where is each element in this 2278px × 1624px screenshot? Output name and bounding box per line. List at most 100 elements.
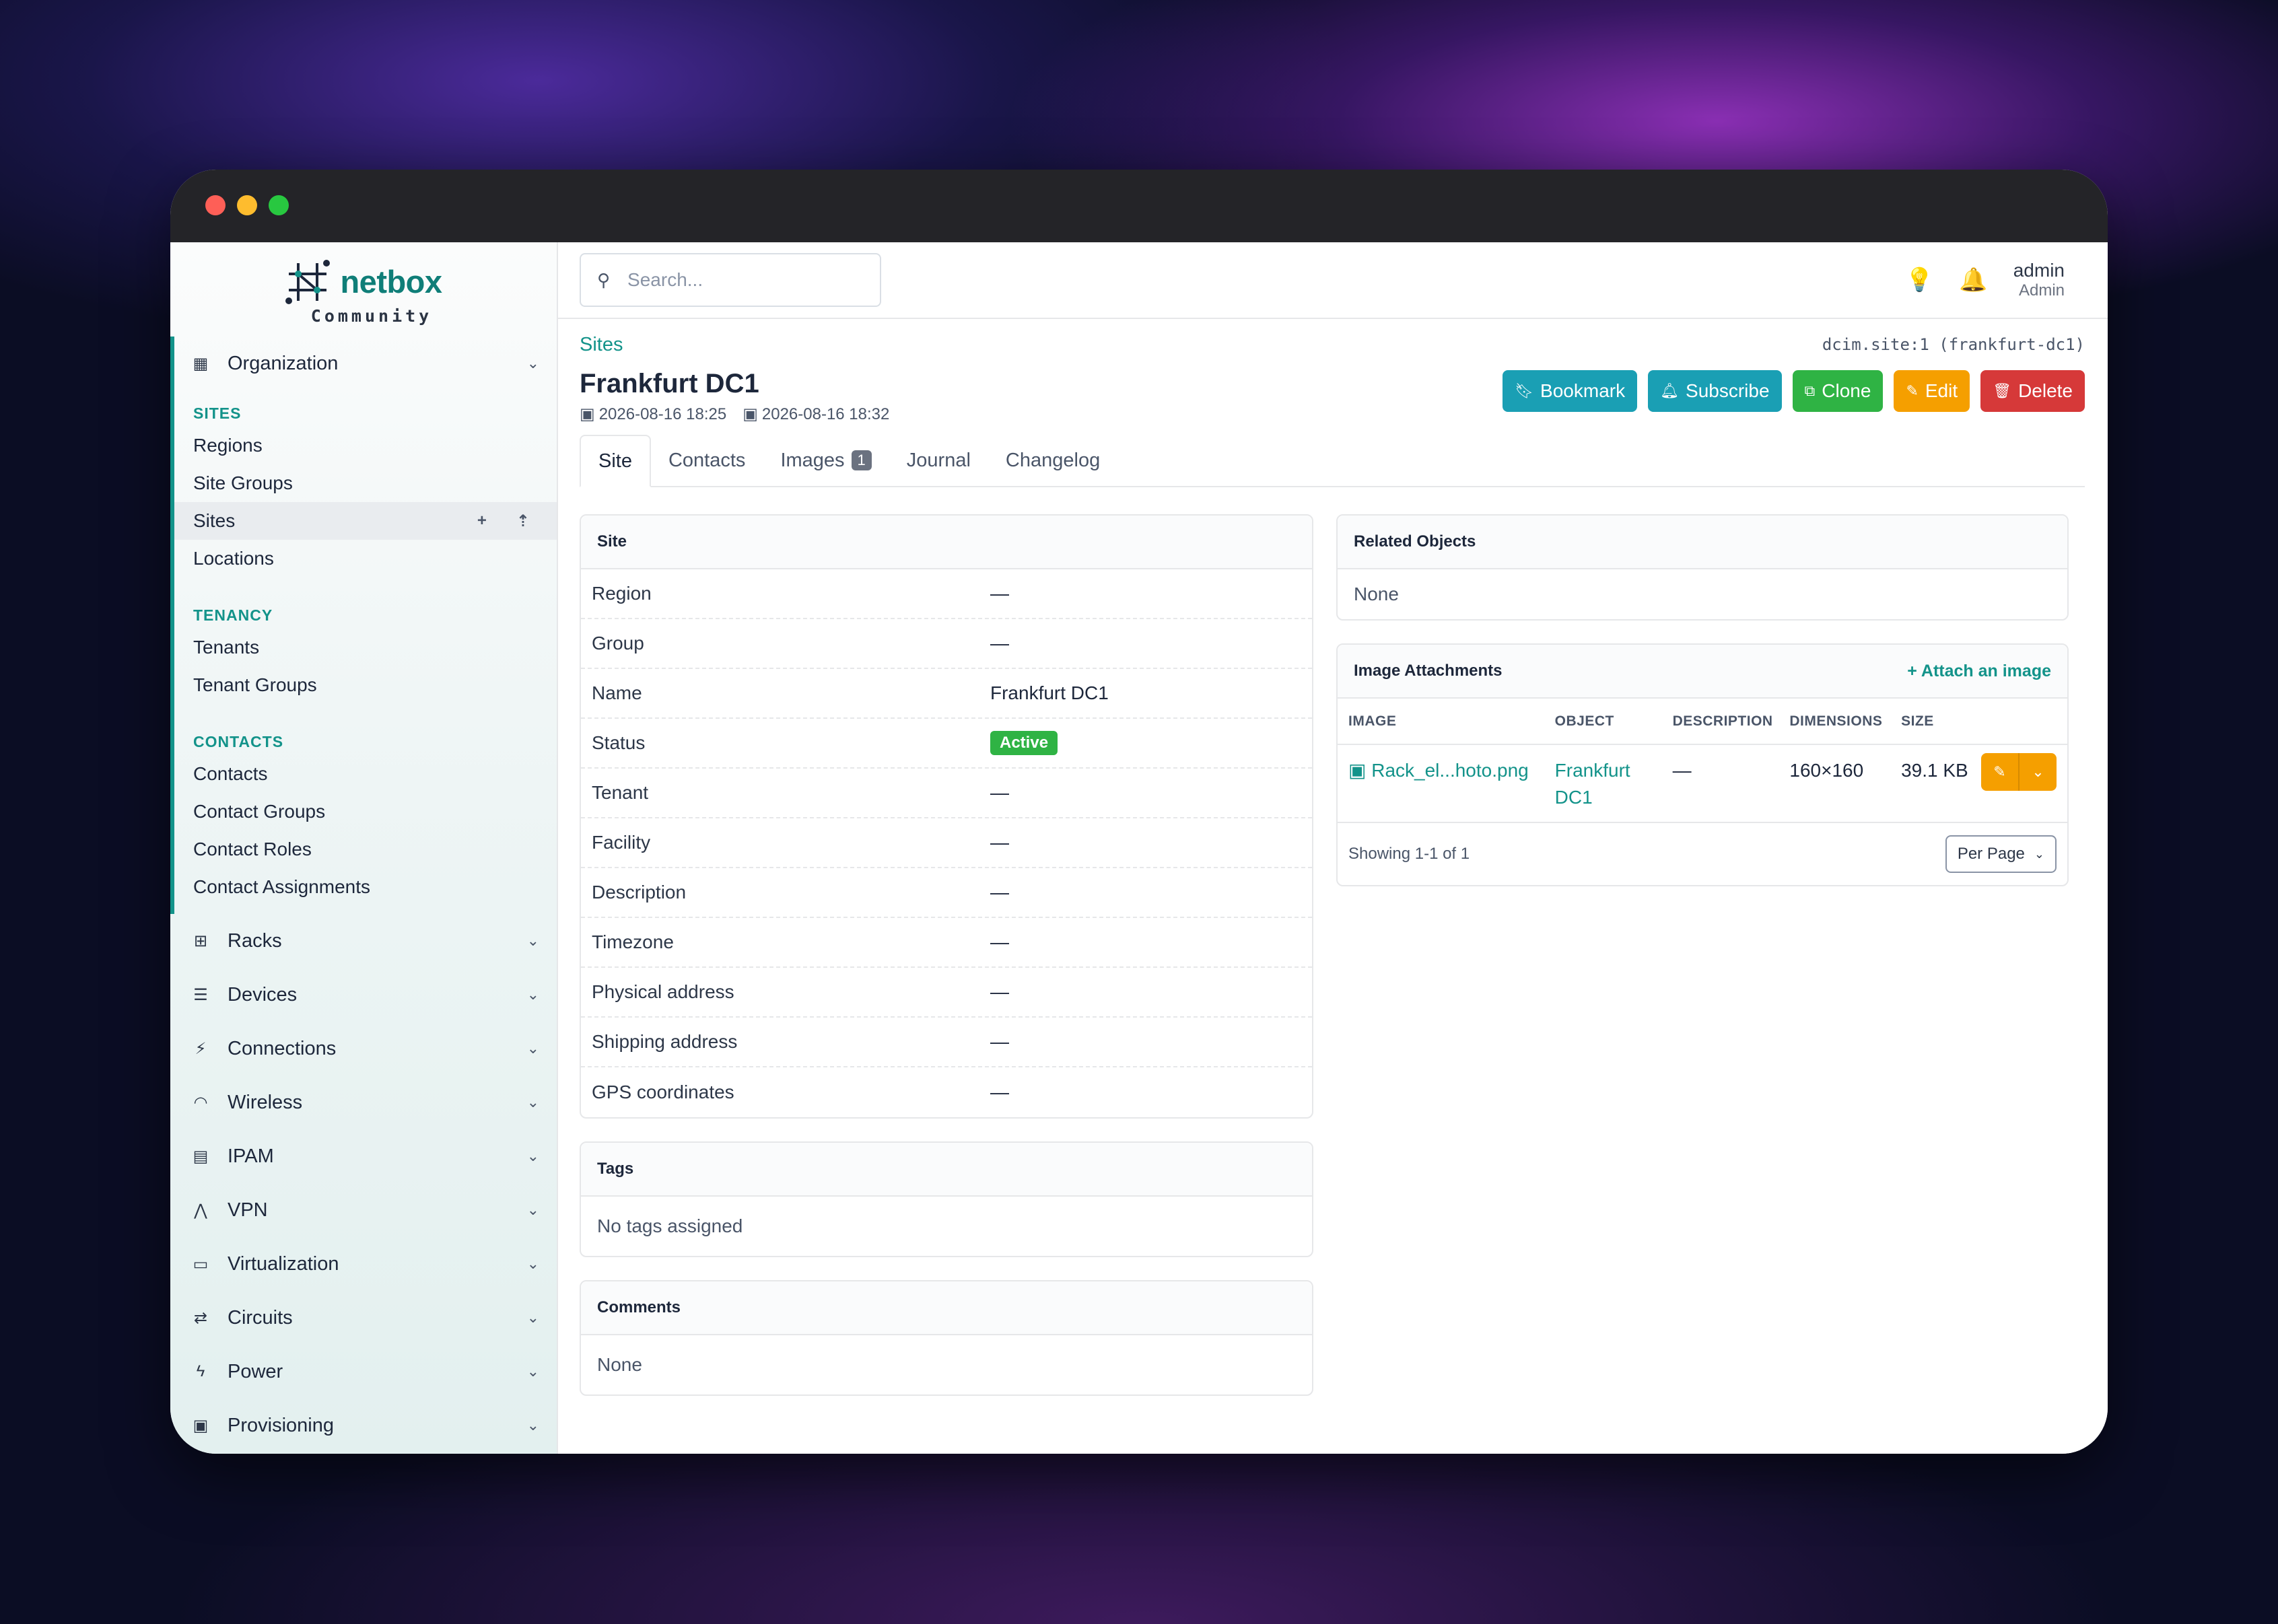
lightbulb-icon[interactable]: 💡 — [1905, 267, 1933, 293]
column-header[interactable]: IMAGE — [1338, 699, 1544, 745]
table-row: ▣ Rack_el...hoto.png Frankfurt DC1 — 160×… — [1338, 744, 2067, 823]
monitor-icon: ▭ — [193, 1255, 209, 1273]
maximize-window-button[interactable] — [269, 195, 289, 215]
search-box[interactable]: ⚲ — [580, 253, 881, 307]
nav-head-label: Devices — [228, 983, 298, 1005]
chevron-down-icon: ⌄ — [526, 355, 539, 372]
nav-head-virtualization[interactable]: ▭ Virtualization ⌄ — [170, 1237, 557, 1291]
tab-journal[interactable]: Journal — [889, 435, 988, 486]
sidebar-item-tenant-groups[interactable]: Tenant Groups — [174, 666, 557, 704]
sidebar-item-contact-assignments[interactable]: Contact Assignments — [174, 868, 557, 906]
related-objects-body: None — [1354, 584, 1399, 604]
column-header[interactable]: DIMENSIONS — [1779, 699, 1891, 745]
breadcrumb[interactable]: Sites — [580, 334, 623, 356]
logo-subtitle: Community — [310, 306, 433, 326]
section-title-tenancy: TENANCY — [193, 606, 273, 624]
column-header-actions — [1970, 699, 2067, 745]
tags-body: No tags assigned — [597, 1215, 743, 1236]
created-date: ▣ 2026-08-16 18:25 — [580, 404, 726, 424]
close-window-button[interactable] — [205, 195, 226, 215]
comments-body: None — [597, 1354, 642, 1375]
field-label: Region — [592, 583, 652, 604]
bell-icon[interactable]: 🔔 — [1959, 267, 1987, 293]
nav-head-racks[interactable]: ⊞ Racks ⌄ — [170, 914, 557, 968]
user-menu[interactable]: admin Admin — [2013, 260, 2065, 300]
minimize-window-button[interactable] — [237, 195, 257, 215]
pencil-icon[interactable]: ✎ — [1981, 758, 2018, 785]
field-label: Tenant — [592, 782, 649, 803]
add-icon[interactable]: + — [477, 511, 487, 530]
section-title-sites: SITES — [193, 404, 242, 422]
attach-image-link[interactable]: + Attach an image — [1907, 662, 2051, 681]
created-value: 2026-08-16 18:25 — [598, 405, 727, 423]
sidebar-item-sites[interactable]: Sites + ⇡ — [174, 502, 557, 540]
search-input[interactable] — [627, 269, 857, 291]
chevron-down-icon: ⌄ — [526, 986, 539, 1003]
plus-icon: + — [1907, 661, 1921, 680]
edit-button[interactable]: ✎ Edit — [1894, 370, 1970, 412]
nav-group-organization: ▦ Organization ⌄ SITES Regions Site Grou… — [170, 337, 557, 914]
nav-head-provisioning[interactable]: ▣ Provisioning ⌄ — [170, 1399, 557, 1452]
server-icon: ☰ — [193, 985, 208, 1004]
chevron-down-icon: ⌄ — [2034, 847, 2044, 861]
nav-head-devices[interactable]: ☰ Devices ⌄ — [170, 968, 557, 1022]
nav-head-label: IPAM — [228, 1145, 274, 1167]
sidebar-item-locations[interactable]: Locations — [174, 540, 557, 577]
tab-contacts[interactable]: Contacts — [651, 435, 763, 486]
sidebar-item-tenants[interactable]: Tenants — [174, 629, 557, 666]
bell-plus-icon: 🔔︎ — [1660, 382, 1680, 399]
object-link[interactable]: Frankfurt DC1 — [1544, 744, 1662, 823]
field-value: — — [990, 633, 1009, 654]
sidebar-item-contacts[interactable]: Contacts — [174, 755, 557, 793]
image-link[interactable]: ▣ Rack_el...hoto.png — [1338, 744, 1544, 823]
field-label: Group — [592, 633, 644, 654]
image-filename: Rack_el...hoto.png — [1371, 760, 1529, 781]
subscribe-button[interactable]: 🔔︎ Subscribe — [1648, 370, 1782, 412]
tab-changelog[interactable]: Changelog — [988, 435, 1117, 486]
sidebar-item-label: Locations — [193, 548, 274, 569]
sidebar-item-regions[interactable]: Regions — [174, 427, 557, 464]
nav-head-connections[interactable]: ⚡ Connections ⌄ — [170, 1022, 557, 1075]
calendar-edit-icon: ▣ — [743, 405, 758, 423]
nav-head-vpn[interactable]: ⋀ VPN ⌄ — [170, 1183, 557, 1237]
nav-head-circuits[interactable]: ⇄ Circuits ⌄ — [170, 1291, 557, 1345]
pagination-summary: Showing 1-1 of 1 — [1348, 845, 1470, 863]
netbox-logo-icon — [285, 259, 331, 304]
delete-label: Delete — [2018, 380, 2073, 401]
nav-head-power[interactable]: ϟ Power ⌄ — [170, 1345, 557, 1399]
per-page-dropdown[interactable]: Per Page ⌄ — [1945, 835, 2057, 873]
chevron-down-icon[interactable]: ⌄ — [2020, 758, 2057, 785]
field-value: — — [990, 782, 1009, 803]
field-value: Frankfurt DC1 — [990, 682, 1109, 703]
tab-site[interactable]: Site — [580, 435, 651, 487]
pencil-icon: ✎ — [1906, 382, 1919, 399]
column-header[interactable]: OBJECT — [1544, 699, 1662, 745]
table-row: GPS coordinates — — [581, 1067, 1312, 1117]
sidebar-item-contact-groups[interactable]: Contact Groups — [174, 793, 557, 831]
import-icon[interactable]: ⇡ — [516, 511, 530, 531]
netbox-logo[interactable]: netbox Community — [170, 242, 557, 337]
field-value: — — [990, 1082, 1009, 1102]
images-count-badge: 1 — [851, 450, 872, 470]
column-header[interactable]: DESCRIPTION — [1661, 699, 1779, 745]
counter-icon: ▤ — [193, 1147, 209, 1166]
sidebar-item-contact-roles[interactable]: Contact Roles — [174, 831, 557, 868]
field-value: — — [990, 832, 1009, 853]
sidebar-item-site-groups[interactable]: Site Groups — [174, 464, 557, 502]
nav-head-ipam[interactable]: ▤ IPAM ⌄ — [170, 1129, 557, 1183]
clone-button[interactable]: ⧉ Clone — [1792, 370, 1884, 412]
building-icon: ▦ — [193, 354, 209, 373]
top-bar: ⚲ 💡 🔔 admin Admin — [558, 242, 2108, 319]
sidebar-item-label: Tenant Groups — [193, 674, 317, 695]
field-label: GPS coordinates — [592, 1082, 734, 1102]
nav-head-organization[interactable]: ▦ Organization ⌄ — [174, 337, 557, 390]
column-header[interactable]: SIZE — [1890, 699, 1970, 745]
bookmark-button[interactable]: 🔖︎ Bookmark — [1503, 370, 1638, 412]
object-name-line-1: Frankfurt — [1554, 760, 1630, 781]
nav-head-label: Racks — [228, 929, 282, 952]
size-cell: 39.1 KB — [1890, 744, 1970, 823]
user-role: Admin — [2018, 281, 2065, 299]
nav-head-wireless[interactable]: ◠ Wireless ⌄ — [170, 1075, 557, 1129]
delete-button[interactable]: 🗑︎ Delete — [1980, 370, 2085, 412]
tab-images[interactable]: Images 1 — [763, 435, 889, 486]
